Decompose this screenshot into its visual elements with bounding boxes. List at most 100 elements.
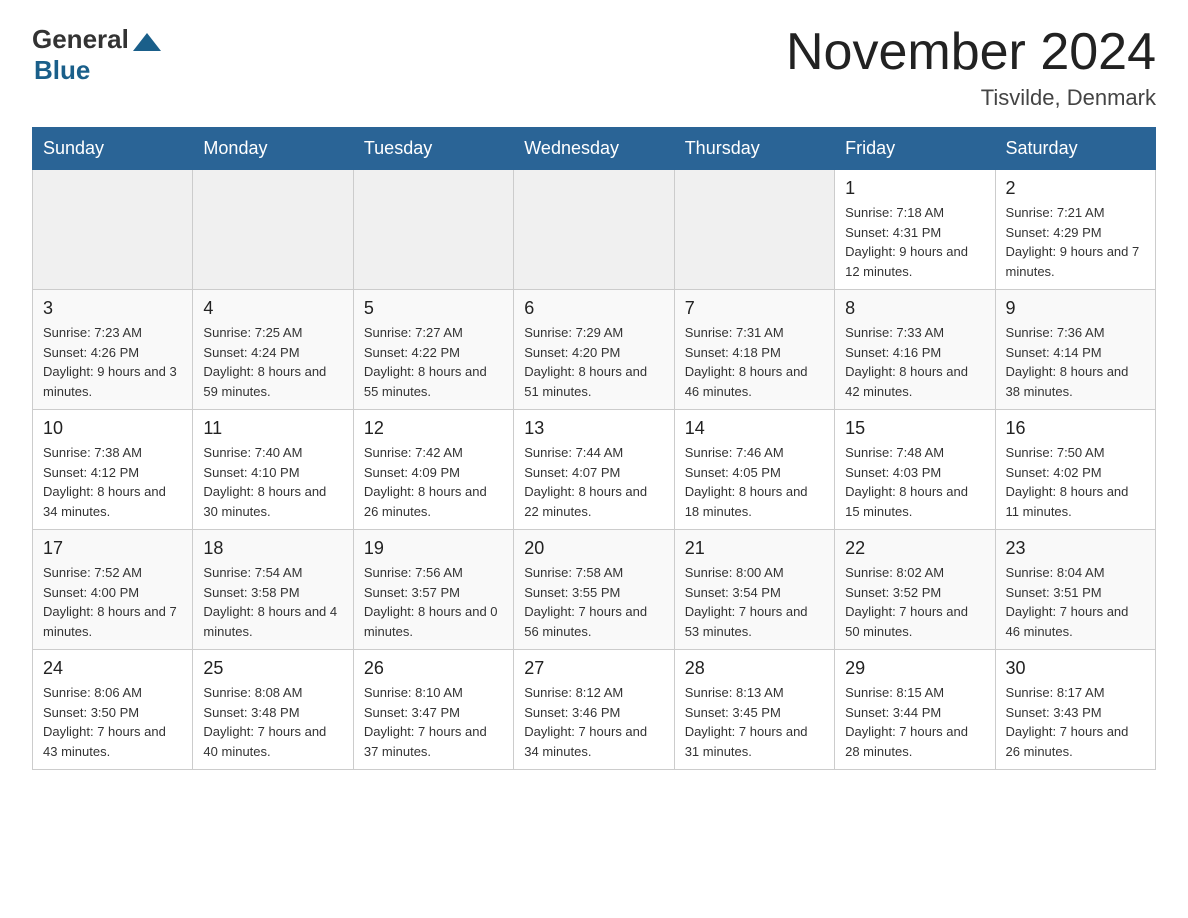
- page-header: General Blue November 2024 Tisvilde, Den…: [32, 24, 1156, 111]
- calendar-cell: 9 Sunrise: 7:36 AM Sunset: 4:14 PM Daylig…: [995, 290, 1155, 410]
- day-info: Sunrise: 7:56 AM Sunset: 3:57 PM Dayligh…: [364, 563, 503, 641]
- day-number: 5: [364, 298, 503, 319]
- day-number: 4: [203, 298, 342, 319]
- day-header-tuesday: Tuesday: [353, 128, 513, 170]
- day-number: 19: [364, 538, 503, 559]
- day-number: 20: [524, 538, 663, 559]
- day-info: Sunrise: 8:06 AM Sunset: 3:50 PM Dayligh…: [43, 683, 182, 761]
- calendar-cell: 17 Sunrise: 7:52 AM Sunset: 4:00 PM Dayli…: [33, 530, 193, 650]
- day-info: Sunrise: 7:54 AM Sunset: 3:58 PM Dayligh…: [203, 563, 342, 641]
- calendar-cell: 14 Sunrise: 7:46 AM Sunset: 4:05 PM Dayli…: [674, 410, 834, 530]
- calendar-cell: 10 Sunrise: 7:38 AM Sunset: 4:12 PM Dayli…: [33, 410, 193, 530]
- header-right: November 2024 Tisvilde, Denmark: [786, 24, 1156, 111]
- day-number: 14: [685, 418, 824, 439]
- month-title: November 2024: [786, 24, 1156, 81]
- day-number: 21: [685, 538, 824, 559]
- calendar-cell: 20 Sunrise: 7:58 AM Sunset: 3:55 PM Dayli…: [514, 530, 674, 650]
- calendar-header-row: SundayMondayTuesdayWednesdayThursdayFrid…: [33, 128, 1156, 170]
- day-info: Sunrise: 7:25 AM Sunset: 4:24 PM Dayligh…: [203, 323, 342, 401]
- day-number: 10: [43, 418, 182, 439]
- day-info: Sunrise: 7:27 AM Sunset: 4:22 PM Dayligh…: [364, 323, 503, 401]
- day-header-friday: Friday: [835, 128, 995, 170]
- day-number: 9: [1006, 298, 1145, 319]
- day-number: 29: [845, 658, 984, 679]
- calendar-cell: 4 Sunrise: 7:25 AM Sunset: 4:24 PM Daylig…: [193, 290, 353, 410]
- calendar-cell: 26 Sunrise: 8:10 AM Sunset: 3:47 PM Dayli…: [353, 650, 513, 770]
- day-info: Sunrise: 8:02 AM Sunset: 3:52 PM Dayligh…: [845, 563, 984, 641]
- calendar-week-row: 10 Sunrise: 7:38 AM Sunset: 4:12 PM Dayli…: [33, 410, 1156, 530]
- calendar-cell: [514, 170, 674, 290]
- day-info: Sunrise: 7:50 AM Sunset: 4:02 PM Dayligh…: [1006, 443, 1145, 521]
- calendar-cell: 27Sunrise: 8:12 AM Sunset: 3:46 PM Dayli…: [514, 650, 674, 770]
- day-number: 11: [203, 418, 342, 439]
- day-number: 8: [845, 298, 984, 319]
- calendar-cell: 19 Sunrise: 7:56 AM Sunset: 3:57 PM Dayli…: [353, 530, 513, 650]
- day-info: Sunrise: 8:04 AM Sunset: 3:51 PM Dayligh…: [1006, 563, 1145, 641]
- day-number: 30: [1006, 658, 1145, 679]
- day-info: Sunrise: 7:52 AM Sunset: 4:00 PM Dayligh…: [43, 563, 182, 641]
- day-info: Sunrise: 7:23 AM Sunset: 4:26 PM Dayligh…: [43, 323, 182, 401]
- calendar-week-row: 3Sunrise: 7:23 AM Sunset: 4:26 PM Daylig…: [33, 290, 1156, 410]
- day-info: Sunrise: 8:10 AM Sunset: 3:47 PM Dayligh…: [364, 683, 503, 761]
- calendar-cell: 18 Sunrise: 7:54 AM Sunset: 3:58 PM Dayli…: [193, 530, 353, 650]
- day-info: Sunrise: 8:15 AM Sunset: 3:44 PM Dayligh…: [845, 683, 984, 761]
- day-info: Sunrise: 8:08 AM Sunset: 3:48 PM Dayligh…: [203, 683, 342, 761]
- day-info: Sunrise: 8:00 AM Sunset: 3:54 PM Dayligh…: [685, 563, 824, 641]
- calendar-cell: [193, 170, 353, 290]
- logo: General Blue: [32, 24, 161, 86]
- logo-triangle-icon: [133, 33, 161, 51]
- calendar-cell: 23 Sunrise: 8:04 AM Sunset: 3:51 PM Dayli…: [995, 530, 1155, 650]
- day-number: 27: [524, 658, 663, 679]
- day-info: Sunrise: 7:58 AM Sunset: 3:55 PM Dayligh…: [524, 563, 663, 641]
- day-number: 26: [364, 658, 503, 679]
- day-info: Sunrise: 7:36 AM Sunset: 4:14 PM Dayligh…: [1006, 323, 1145, 401]
- day-number: 24: [43, 658, 182, 679]
- calendar-table: SundayMondayTuesdayWednesdayThursdayFrid…: [32, 127, 1156, 770]
- calendar-cell: 28Sunrise: 8:13 AM Sunset: 3:45 PM Dayli…: [674, 650, 834, 770]
- day-info: Sunrise: 7:48 AM Sunset: 4:03 PM Dayligh…: [845, 443, 984, 521]
- day-info: Sunrise: 8:17 AM Sunset: 3:43 PM Dayligh…: [1006, 683, 1145, 761]
- calendar-cell: 29 Sunrise: 8:15 AM Sunset: 3:44 PM Dayli…: [835, 650, 995, 770]
- calendar-cell: 3Sunrise: 7:23 AM Sunset: 4:26 PM Daylig…: [33, 290, 193, 410]
- day-info: Sunrise: 7:38 AM Sunset: 4:12 PM Dayligh…: [43, 443, 182, 521]
- calendar-cell: 1 Sunrise: 7:18 AM Sunset: 4:31 PM Daylig…: [835, 170, 995, 290]
- day-header-monday: Monday: [193, 128, 353, 170]
- day-info: Sunrise: 7:29 AM Sunset: 4:20 PM Dayligh…: [524, 323, 663, 401]
- calendar-cell: 11 Sunrise: 7:40 AM Sunset: 4:10 PM Dayli…: [193, 410, 353, 530]
- day-number: 2: [1006, 178, 1145, 199]
- day-number: 7: [685, 298, 824, 319]
- calendar-cell: [674, 170, 834, 290]
- day-number: 1: [845, 178, 984, 199]
- day-info: Sunrise: 7:18 AM Sunset: 4:31 PM Dayligh…: [845, 203, 984, 281]
- day-number: 15: [845, 418, 984, 439]
- day-info: Sunrise: 7:40 AM Sunset: 4:10 PM Dayligh…: [203, 443, 342, 521]
- calendar-week-row: 17 Sunrise: 7:52 AM Sunset: 4:00 PM Dayli…: [33, 530, 1156, 650]
- calendar-cell: 30 Sunrise: 8:17 AM Sunset: 3:43 PM Dayli…: [995, 650, 1155, 770]
- day-info: Sunrise: 7:33 AM Sunset: 4:16 PM Dayligh…: [845, 323, 984, 401]
- logo-blue-text: Blue: [34, 55, 90, 86]
- day-number: 23: [1006, 538, 1145, 559]
- day-number: 12: [364, 418, 503, 439]
- day-info: Sunrise: 8:13 AM Sunset: 3:45 PM Dayligh…: [685, 683, 824, 761]
- calendar-cell: 8 Sunrise: 7:33 AM Sunset: 4:16 PM Daylig…: [835, 290, 995, 410]
- day-number: 18: [203, 538, 342, 559]
- day-header-wednesday: Wednesday: [514, 128, 674, 170]
- calendar-cell: 25 Sunrise: 8:08 AM Sunset: 3:48 PM Dayli…: [193, 650, 353, 770]
- day-number: 13: [524, 418, 663, 439]
- day-info: Sunrise: 7:46 AM Sunset: 4:05 PM Dayligh…: [685, 443, 824, 521]
- day-number: 17: [43, 538, 182, 559]
- day-info: Sunrise: 7:42 AM Sunset: 4:09 PM Dayligh…: [364, 443, 503, 521]
- day-number: 22: [845, 538, 984, 559]
- day-header-saturday: Saturday: [995, 128, 1155, 170]
- calendar-week-row: 24 Sunrise: 8:06 AM Sunset: 3:50 PM Dayli…: [33, 650, 1156, 770]
- day-header-sunday: Sunday: [33, 128, 193, 170]
- calendar-cell: 16Sunrise: 7:50 AM Sunset: 4:02 PM Dayli…: [995, 410, 1155, 530]
- day-info: Sunrise: 7:31 AM Sunset: 4:18 PM Dayligh…: [685, 323, 824, 401]
- calendar-cell: 6 Sunrise: 7:29 AM Sunset: 4:20 PM Daylig…: [514, 290, 674, 410]
- calendar-cell: 21 Sunrise: 8:00 AM Sunset: 3:54 PM Dayli…: [674, 530, 834, 650]
- calendar-cell: [353, 170, 513, 290]
- day-info: Sunrise: 7:44 AM Sunset: 4:07 PM Dayligh…: [524, 443, 663, 521]
- day-number: 6: [524, 298, 663, 319]
- day-number: 25: [203, 658, 342, 679]
- calendar-cell: 15 Sunrise: 7:48 AM Sunset: 4:03 PM Dayli…: [835, 410, 995, 530]
